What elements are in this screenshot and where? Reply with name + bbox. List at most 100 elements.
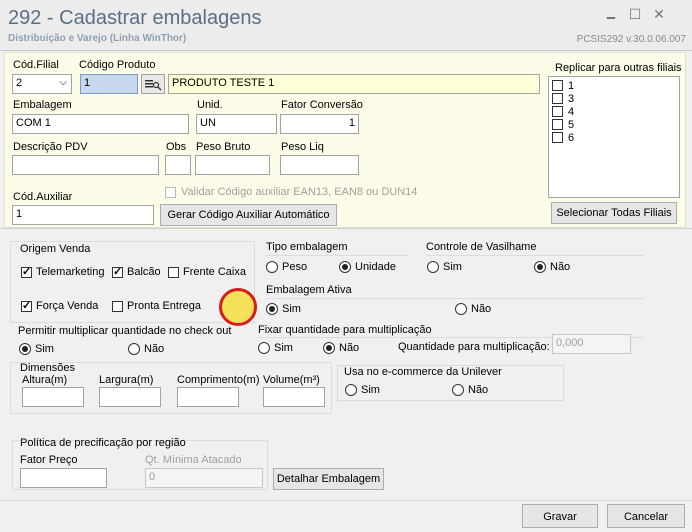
multiplicar-sim-radio[interactable] bbox=[19, 343, 31, 355]
vasilhame-nao-radio[interactable] bbox=[534, 261, 546, 273]
validar-ean-checkbox[interactable] bbox=[165, 187, 176, 198]
cancelar-button[interactable]: Cancelar bbox=[607, 504, 685, 528]
ativa-nao-label: Não bbox=[471, 303, 492, 315]
descricao-pdv-input[interactable] bbox=[12, 155, 159, 175]
multiplicar-nao-radio[interactable] bbox=[128, 343, 140, 355]
validar-ean-label: Validar Código auxiliar EAN13, EAN8 ou D… bbox=[181, 186, 418, 198]
filial-checkbox[interactable] bbox=[552, 119, 563, 130]
filial-label: 5 bbox=[568, 119, 575, 131]
cod-auxiliar-input[interactable]: 1 bbox=[12, 205, 154, 225]
fixar-sim-radio[interactable] bbox=[258, 342, 270, 354]
minimize-icon[interactable]: 🗕 bbox=[602, 6, 620, 30]
multiplicar-nao-label: Não bbox=[144, 343, 165, 355]
balcao-checkbox[interactable] bbox=[112, 265, 123, 278]
window-title: 292 - Cadastrar embalagens bbox=[8, 7, 262, 29]
pronta-entrega-checkbox[interactable] bbox=[112, 301, 123, 312]
gravar-button[interactable]: Gravar bbox=[522, 504, 598, 528]
frente-caixa-checkbox[interactable] bbox=[168, 267, 179, 278]
peso-bruto-input[interactable] bbox=[195, 155, 270, 175]
footer-divider bbox=[0, 500, 692, 501]
unilever-nao-radio[interactable] bbox=[452, 384, 464, 396]
cod-filial-select[interactable]: 2 ⌵ bbox=[12, 74, 72, 94]
filial-checkbox[interactable] bbox=[552, 93, 563, 104]
selecionar-todas-button[interactable]: Selecionar Todas Filiais bbox=[551, 202, 677, 224]
unid-label: Unid. bbox=[197, 99, 223, 111]
replicar-title: Replicar para outras filiais bbox=[555, 62, 682, 74]
fator-preco-input[interactable] bbox=[20, 468, 107, 488]
version-label: PCSIS292 v.30.0.06.007 bbox=[576, 34, 686, 45]
frente-caixa-label: Frente Caixa bbox=[183, 266, 246, 278]
panel-divider bbox=[0, 228, 692, 229]
cod-filial-label: Cód.Filial bbox=[13, 59, 59, 71]
search-list-icon bbox=[145, 80, 162, 91]
produto-nome-field: PRODUTO TESTE 1 bbox=[168, 74, 540, 94]
multiplicar-title: Permitir multiplicar quantidade no check… bbox=[18, 325, 232, 337]
filial-checkbox[interactable] bbox=[552, 132, 563, 143]
qt-minima-input[interactable]: 0 bbox=[145, 468, 263, 488]
unilever-title: Usa no e-commerce da Unilever bbox=[344, 366, 502, 378]
comprimento-label: Comprimento(m) bbox=[177, 374, 260, 386]
embalagem-label: Embalagem bbox=[13, 99, 72, 111]
vasilhame-line bbox=[426, 255, 644, 256]
obs-input[interactable] bbox=[165, 155, 191, 175]
vasilhame-sim-radio[interactable] bbox=[427, 261, 439, 273]
title-divider bbox=[0, 50, 692, 51]
tipo-unidade-radio[interactable] bbox=[339, 261, 351, 273]
fixar-title: Fixar quantidade para multiplicação bbox=[258, 324, 432, 336]
filial-label: 3 bbox=[568, 93, 575, 105]
altura-input[interactable] bbox=[22, 387, 84, 407]
volume-label: Volume(m³) bbox=[263, 374, 320, 386]
qtd-multiplicacao-label: Quantidade para multiplicação: bbox=[398, 341, 550, 353]
unilever-sim-radio[interactable] bbox=[345, 384, 357, 396]
dimensoes-title: Dimensões bbox=[20, 362, 76, 374]
peso-liq-input[interactable] bbox=[280, 155, 359, 175]
tipo-embalagem-line bbox=[266, 255, 408, 256]
origem-venda-title: Origem Venda bbox=[20, 243, 91, 255]
fator-preco-label: Fator Preço bbox=[20, 454, 78, 466]
fixar-nao-radio[interactable] bbox=[323, 342, 335, 354]
comprimento-input[interactable] bbox=[177, 387, 239, 407]
tipo-peso-label: Peso bbox=[282, 261, 308, 273]
tipo-unidade-label: Unidade bbox=[355, 261, 396, 273]
forca-venda-checkbox[interactable] bbox=[21, 299, 32, 312]
tipo-peso-radio[interactable] bbox=[266, 261, 278, 273]
volume-input[interactable] bbox=[263, 387, 325, 407]
codigo-produto-input[interactable]: 1 bbox=[80, 74, 138, 94]
politica-title: Política de precificação por região bbox=[20, 437, 186, 449]
telemarketing-checkbox[interactable] bbox=[21, 265, 32, 278]
cursor-highlight bbox=[219, 288, 257, 326]
largura-label: Largura(m) bbox=[99, 374, 154, 386]
qt-minima-label: Qt. Mínima Atacado bbox=[145, 454, 242, 466]
fixar-nao-label: Não bbox=[339, 342, 360, 354]
detalhar-embalagem-button[interactable]: Detalhar Embalagem bbox=[273, 468, 384, 490]
qtd-multiplicacao-input[interactable]: 0,000 bbox=[552, 334, 631, 354]
ativa-sim-radio[interactable] bbox=[266, 303, 278, 315]
close-icon[interactable]: ✕ bbox=[650, 6, 668, 23]
multiplicar-sim-label: Sim bbox=[35, 343, 54, 355]
unilever-sim-label: Sim bbox=[361, 384, 380, 396]
cod-filial-value: 2 bbox=[16, 77, 23, 89]
telemarketing-label: Telemarketing bbox=[36, 266, 105, 278]
filial-label: 4 bbox=[568, 106, 575, 118]
maximize-icon[interactable]: ☐ bbox=[626, 6, 644, 23]
unid-input[interactable]: UN bbox=[196, 114, 277, 134]
gerar-codigo-button[interactable]: Gerar Código Auxiliar Automático bbox=[160, 204, 337, 226]
chevron-down-icon: ⌵ bbox=[59, 77, 67, 88]
ativa-nao-radio[interactable] bbox=[455, 303, 467, 315]
embalagem-ativa-line bbox=[266, 298, 644, 299]
cod-auxiliar-label: Cód.Auxiliar bbox=[13, 191, 73, 203]
peso-liq-label: Peso Liq bbox=[281, 141, 324, 153]
fator-conversao-input[interactable]: 1 bbox=[280, 114, 359, 134]
unilever-nao-label: Não bbox=[468, 384, 489, 396]
embalagem-input[interactable]: COM 1 bbox=[12, 114, 189, 134]
ativa-sim-label: Sim bbox=[282, 303, 301, 315]
filial-checkbox[interactable] bbox=[552, 80, 563, 91]
vasilhame-sim-label: Sim bbox=[443, 261, 462, 273]
filial-checkbox[interactable] bbox=[552, 106, 563, 117]
filial-label: 6 bbox=[568, 132, 575, 144]
fixar-sim-label: Sim bbox=[274, 342, 293, 354]
largura-input[interactable] bbox=[99, 387, 161, 407]
altura-label: Altura(m) bbox=[22, 374, 68, 386]
pronta-entrega-label: Pronta Entrega bbox=[127, 300, 201, 312]
search-product-button[interactable] bbox=[141, 74, 165, 94]
